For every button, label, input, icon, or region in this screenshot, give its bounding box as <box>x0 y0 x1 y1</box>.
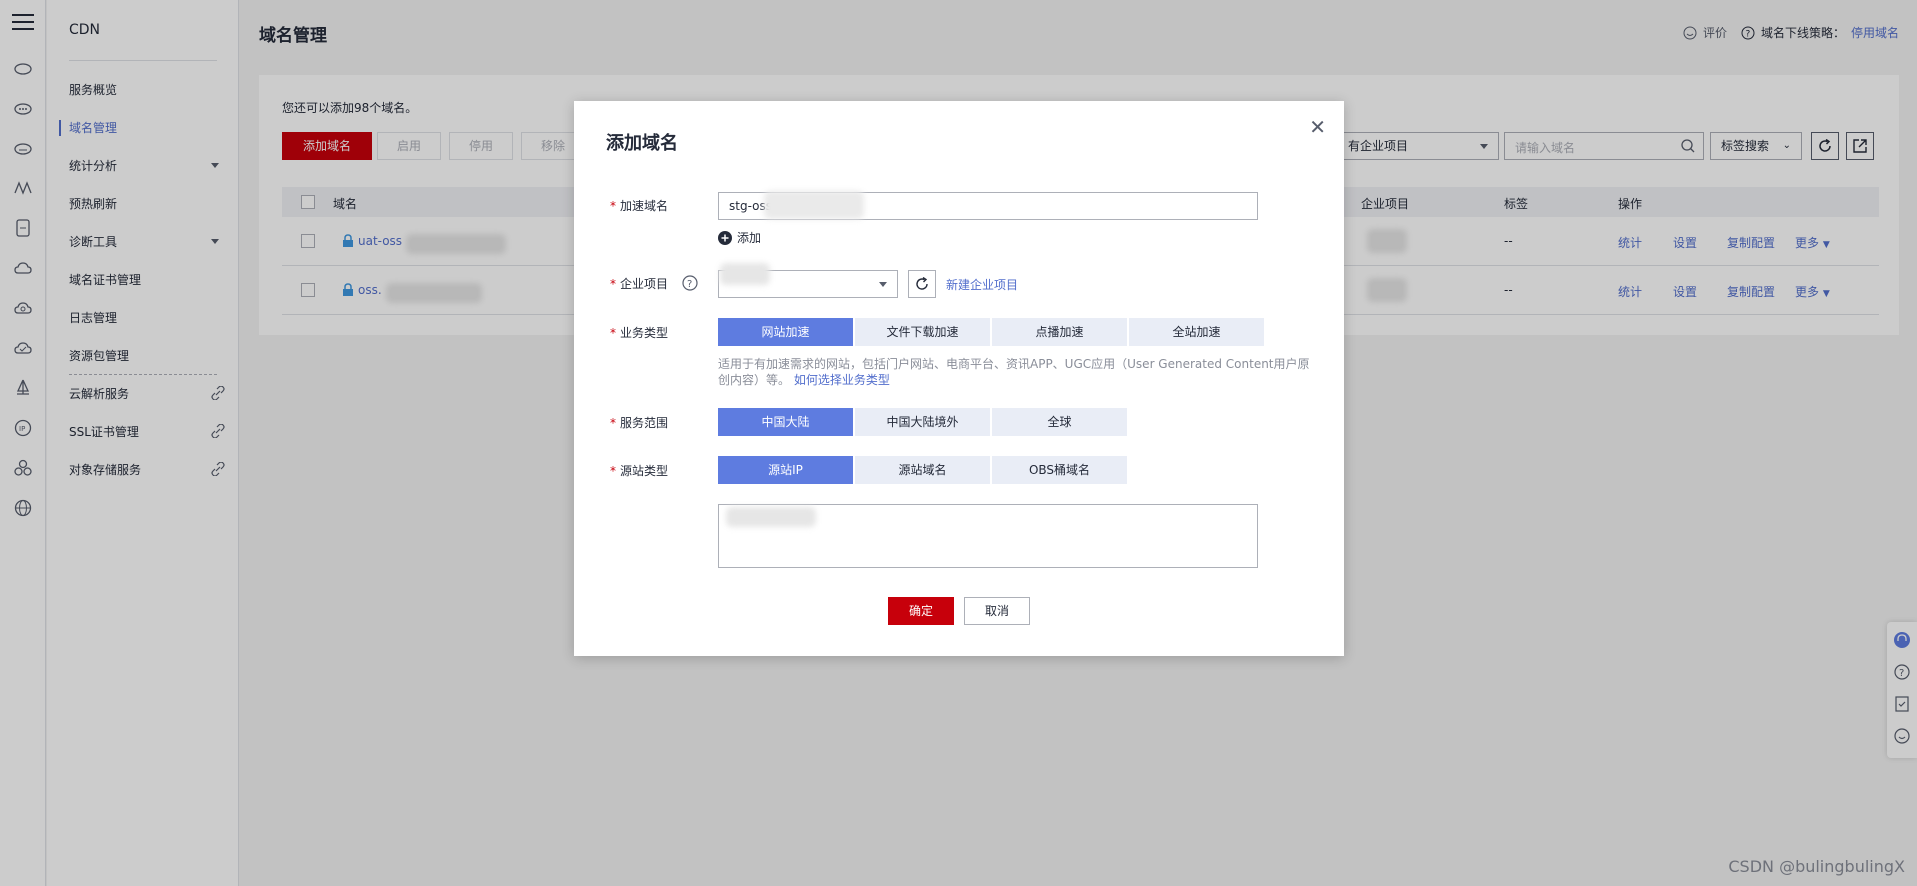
scope-label: * 服务范围 <box>610 416 669 430</box>
add-domain-dialog: 添加域名 ✕ * 加速域名 stg-oss. 添加 * 企业项目 ? 新建企业项目 … <box>574 101 1344 656</box>
redacted-text <box>764 191 864 219</box>
svg-text:?: ? <box>687 279 692 290</box>
plus-circle-icon <box>718 230 732 245</box>
biz-type-segment: 网站加速 文件下载加速 点播加速 全站加速 <box>718 318 1264 346</box>
project-field-label: * 企业项目 <box>610 277 669 291</box>
biz-option-vod[interactable]: 点播加速 <box>992 318 1127 346</box>
add-domain-row-button[interactable]: 添加 <box>718 229 761 246</box>
biz-type-description: 适用于有加速需求的网站，包括门户网站、电商平台、资讯APP、UGC应用（User… <box>718 356 1313 388</box>
origin-label-text: 源站类型 <box>620 464 669 478</box>
origin-type-segment: 源站IP 源站域名 OBS桶域名 <box>718 456 1127 484</box>
add-label: 添加 <box>737 231 762 245</box>
origin-option-obs[interactable]: OBS桶域名 <box>992 456 1127 484</box>
origin-option-ip[interactable]: 源站IP <box>718 456 853 484</box>
origin-option-domain[interactable]: 源站域名 <box>855 456 990 484</box>
scope-segment: 中国大陆 中国大陆境外 全球 <box>718 408 1127 436</box>
redacted-text <box>720 263 770 285</box>
project-label-text: 企业项目 <box>620 277 669 291</box>
scope-option-mainland[interactable]: 中国大陆 <box>718 408 853 436</box>
confirm-button[interactable]: 确定 <box>888 597 954 625</box>
biz-type-label: * 业务类型 <box>610 326 669 340</box>
close-icon[interactable]: ✕ <box>1309 115 1326 139</box>
chevron-down-icon <box>879 282 887 287</box>
refresh-icon <box>916 277 928 290</box>
project-refresh-button[interactable] <box>908 270 936 298</box>
biz-option-website[interactable]: 网站加速 <box>718 318 853 346</box>
domain-field-label: * 加速域名 <box>610 199 669 213</box>
biz-option-whole-site[interactable]: 全站加速 <box>1129 318 1264 346</box>
biz-help-link[interactable]: 如何选择业务类型 <box>794 373 890 387</box>
dialog-title: 添加域名 <box>606 133 678 154</box>
scope-label-text: 服务范围 <box>620 416 669 430</box>
domain-label-text: 加速域名 <box>620 199 669 213</box>
cancel-button[interactable]: 取消 <box>964 597 1030 625</box>
new-project-link[interactable]: 新建企业项目 <box>946 276 1018 293</box>
scope-option-global[interactable]: 全球 <box>992 408 1127 436</box>
biz-option-download[interactable]: 文件下载加速 <box>855 318 990 346</box>
scope-option-outside-mainland[interactable]: 中国大陆境外 <box>855 408 990 436</box>
origin-type-label: * 源站类型 <box>610 464 669 478</box>
help-icon[interactable]: ? <box>682 275 698 291</box>
redacted-text <box>726 507 816 527</box>
biz-label-text: 业务类型 <box>620 326 669 340</box>
